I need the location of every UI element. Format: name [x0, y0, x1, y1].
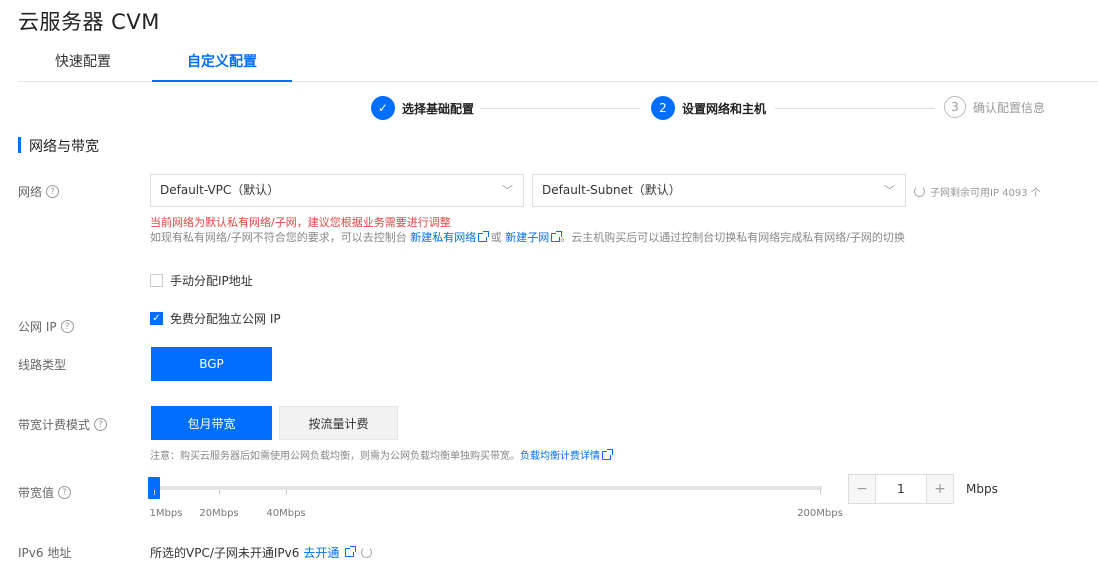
- network-label-text: 网络: [18, 185, 43, 199]
- ipv6-label-text: IPv6 地址: [18, 546, 72, 560]
- checkbox-checked-icon[interactable]: ✓: [150, 312, 163, 325]
- bandwidth-stepper: − 1 +: [848, 474, 954, 504]
- tick-label: 1Mbps: [149, 508, 183, 519]
- refresh-icon[interactable]: [914, 186, 925, 197]
- help-icon[interactable]: ?: [46, 185, 60, 198]
- step-3-number: 3: [944, 96, 966, 118]
- chevron-down-icon: ﹀: [884, 184, 895, 197]
- slider-tick: [286, 490, 287, 495]
- public-ip-label-text: 公网 IP: [18, 320, 57, 334]
- section-title: 网络与带宽: [29, 139, 99, 155]
- help-icon[interactable]: ?: [58, 486, 72, 499]
- help-icon[interactable]: ?: [94, 418, 108, 431]
- bandwidth-input[interactable]: 1: [875, 475, 927, 503]
- line-type-label-text: 线路类型: [18, 358, 67, 372]
- external-link-icon: [602, 449, 613, 460]
- bandwidth-label-text: 带宽值: [18, 486, 55, 500]
- checkbox-empty-icon[interactable]: [150, 274, 163, 287]
- step-3-label: 确认配置信息: [973, 100, 1046, 115]
- check-icon: ✓: [371, 96, 395, 120]
- hint-prefix: 如现有私有网络/子网不符合您的要求，可以去控制台: [150, 231, 407, 244]
- billing-mode-label: 带宽计费模式 ?: [18, 416, 108, 433]
- billing-mode-label-text: 带宽计费模式: [18, 418, 91, 432]
- step-2: 2 设置网络和主机: [651, 96, 766, 120]
- hint-or: 或: [490, 231, 502, 244]
- public-ip-label: 公网 IP ?: [18, 318, 74, 335]
- manual-ip-label: 手动分配IP地址: [170, 274, 253, 288]
- new-vpc-link[interactable]: 新建私有网络: [410, 231, 476, 244]
- public-ip-checkbox-label: 免费分配独立公网 IP: [170, 312, 281, 326]
- step-1: ✓ 选择基础配置: [371, 96, 474, 120]
- refresh-icon[interactable]: [361, 547, 373, 558]
- step-2-number: 2: [651, 96, 675, 120]
- step-1-label: 选择基础配置: [402, 101, 475, 116]
- slider-tick: [154, 490, 155, 495]
- available-ip-info: 子网剩余可用IP 4093 个: [914, 184, 1041, 199]
- bandwidth-slider-handle[interactable]: [148, 477, 160, 499]
- tick-label: 200Mbps: [797, 508, 843, 519]
- billing-note-text: 注意：购买云服务器后如需使用公网负载均衡，则需为公网负载均衡单独购买带宽。: [150, 451, 520, 462]
- step-connector: [480, 108, 640, 109]
- tick-label: 20Mbps: [199, 508, 239, 519]
- tab-custom-config[interactable]: 自定义配置: [152, 42, 292, 82]
- enable-ipv6-link[interactable]: 去开通: [303, 544, 339, 561]
- available-ip-text: 子网剩余可用IP 4093 个: [930, 188, 1041, 199]
- step-2-label: 设置网络和主机: [682, 101, 767, 116]
- bandwidth-label: 带宽值 ?: [18, 484, 72, 501]
- help-icon[interactable]: ?: [60, 320, 74, 333]
- monthly-bandwidth-button[interactable]: 包月带宽: [151, 406, 272, 440]
- new-subnet-link[interactable]: 新建子网: [505, 231, 549, 244]
- decrement-button[interactable]: −: [849, 475, 875, 503]
- tab-bar: 快速配置 自定义配置: [18, 42, 1098, 82]
- hint-suffix: 。云主机购买后可以通过控制台切换私有网络完成私有网络/子网的切换: [560, 231, 905, 244]
- chevron-down-icon: ﹀: [502, 184, 513, 197]
- line-type-label: 线路类型: [18, 356, 66, 373]
- step-connector: [775, 108, 935, 109]
- slider-tick: [820, 490, 821, 495]
- lb-billing-link[interactable]: 负载均衡计费详情: [520, 451, 600, 462]
- network-label: 网络 ?: [18, 183, 60, 200]
- increment-button[interactable]: +: [927, 475, 953, 503]
- external-link-icon: [551, 231, 563, 242]
- bgp-button[interactable]: BGP: [151, 347, 272, 381]
- subnet-select-value: Default-Subnet（默认）: [542, 183, 681, 197]
- external-link-icon: [478, 231, 490, 242]
- tick-label: 40Mbps: [266, 508, 306, 519]
- subnet-select[interactable]: Default-Subnet（默认） ﹀: [532, 174, 906, 207]
- ipv6-text: 所选的VPC/子网未开通IPv6: [150, 546, 300, 560]
- tab-quick-config[interactable]: 快速配置: [18, 42, 148, 82]
- traffic-billing-button[interactable]: 按流量计费: [279, 406, 398, 440]
- bandwidth-slider-track[interactable]: [150, 486, 822, 490]
- section-marker: [18, 137, 21, 153]
- slider-tick: [219, 490, 220, 495]
- external-link-icon: [345, 546, 357, 557]
- ipv6-label: IPv6 地址: [18, 544, 71, 561]
- vpc-select-value: Default-VPC（默认）: [160, 183, 280, 197]
- ipv6-info: 所选的VPC/子网未开通IPv6 去开通: [150, 544, 373, 561]
- step-3: 3 确认配置信息: [944, 96, 1045, 118]
- page-title: 云服务器 CVM: [18, 10, 160, 34]
- manual-ip-checkbox[interactable]: 手动分配IP地址: [150, 272, 253, 289]
- vpc-select[interactable]: Default-VPC（默认） ﹀: [150, 174, 524, 207]
- network-warning: 当前网络为默认私有网络/子网，建议您根据业务需要进行调整: [150, 216, 451, 229]
- billing-note: 注意：购买云服务器后如需使用公网负载均衡，则需为公网负载均衡单独购买带宽。负载均…: [150, 447, 613, 462]
- network-hint: 如现有私有网络/子网不符合您的要求，可以去控制台 新建私有网络 或 新建子网 。云…: [150, 229, 905, 245]
- bandwidth-unit: Mbps: [966, 482, 998, 496]
- public-ip-checkbox[interactable]: ✓ 免费分配独立公网 IP: [150, 310, 281, 327]
